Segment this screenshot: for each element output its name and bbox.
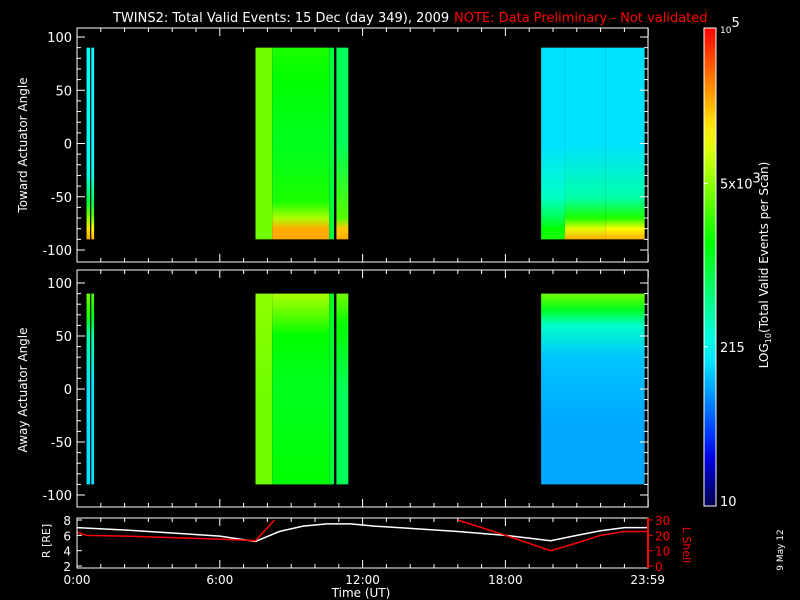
lshell-line bbox=[76, 519, 276, 542]
away-angle-panel: 100 50 0 -50 -100 bbox=[42, 269, 649, 508]
spectrogram-segment bbox=[329, 47, 335, 240]
spectrogram-segment bbox=[329, 293, 335, 485]
y2-tick-label: 20 bbox=[655, 529, 670, 543]
x-tick-label: 23:59 bbox=[630, 573, 665, 587]
spectrogram-segment bbox=[91, 293, 95, 485]
colorbar-label: LOG10(Total Valid Events per Scan) bbox=[757, 162, 773, 369]
colorbar-tick-label: 5x103 bbox=[720, 171, 761, 192]
radius-line bbox=[76, 523, 649, 543]
spectrogram-segment bbox=[541, 293, 645, 485]
y-tick-label: -50 bbox=[51, 436, 72, 451]
colorbar-tick-label: 10 bbox=[720, 495, 737, 510]
y-tick-label: 2 bbox=[63, 560, 71, 574]
colorbar: 105 5x103 215 10 bbox=[703, 16, 761, 510]
y-tick-label: 4 bbox=[63, 545, 71, 559]
colorbar-scale bbox=[703, 27, 717, 507]
y-tick-label: 100 bbox=[47, 31, 72, 46]
y-tick-label: -100 bbox=[42, 244, 72, 259]
time-xlabel: Time (UT) bbox=[331, 586, 391, 600]
x-tick-label: 6:00 bbox=[206, 573, 233, 587]
y-tick-label: 8 bbox=[63, 514, 71, 528]
y-tick-label: 50 bbox=[55, 330, 72, 345]
spectrogram-segment bbox=[255, 293, 273, 485]
lshell-ylabel: L Shell bbox=[680, 527, 693, 563]
spectrogram-segment bbox=[336, 47, 349, 240]
spectrogram-segment bbox=[564, 47, 606, 240]
y-tick-label: 0 bbox=[64, 383, 72, 398]
y2-tick-label: 10 bbox=[655, 545, 670, 559]
spectrogram-segment bbox=[272, 293, 330, 485]
away-ylabel: Away Actuator Angle bbox=[16, 327, 30, 452]
spectrogram-segment bbox=[91, 47, 95, 240]
date-stamp: 9 May 12 bbox=[776, 529, 786, 571]
colorbar-tick-label: 105 bbox=[720, 16, 740, 36]
y-tick-label: 100 bbox=[47, 277, 72, 292]
spectrogram-segment bbox=[86, 293, 91, 485]
radius-ylabel: R [RE] bbox=[40, 524, 53, 558]
y-tick-label: -100 bbox=[42, 489, 72, 504]
spectrogram-segment bbox=[255, 47, 273, 240]
preliminary-note: NOTE: Data Preliminary - Not validated bbox=[454, 11, 708, 26]
spectrogram-segment bbox=[605, 47, 645, 240]
toward-angle-panel: 100 50 0 -50 -100 bbox=[42, 27, 649, 263]
y-tick-label: 0 bbox=[64, 138, 72, 153]
y2-tick-label: 30 bbox=[655, 514, 670, 528]
twins-spectrogram-figure: 100500-50-100 100500-50-100 246801020300… bbox=[16, 11, 786, 600]
y-tick-label: -50 bbox=[51, 191, 72, 206]
x-tick-label: 12:00 bbox=[345, 573, 380, 587]
y-tick-label: 50 bbox=[55, 84, 72, 99]
toward-ylabel: Toward Actuator Angle bbox=[16, 77, 30, 213]
spectrogram-segment bbox=[541, 47, 565, 240]
spectrogram-segment bbox=[86, 47, 91, 240]
lshell-line bbox=[457, 519, 649, 552]
y-tick-label: 6 bbox=[63, 529, 71, 543]
colorbar-tick-label: 215 bbox=[720, 341, 745, 356]
spectrogram-segment bbox=[272, 47, 330, 240]
figure-title: TWINS2: Total Valid Events: 15 Dec (day … bbox=[112, 11, 449, 26]
spectrogram-segment bbox=[336, 293, 349, 485]
y2-tick-label: 0 bbox=[655, 560, 663, 574]
x-tick-label: 18:00 bbox=[488, 573, 523, 587]
ephemeris-panel: 24 68 010 2030 0:00 6:00 12:00 18:00 23:59 bbox=[63, 514, 670, 587]
x-tick-label: 0:00 bbox=[64, 573, 91, 587]
